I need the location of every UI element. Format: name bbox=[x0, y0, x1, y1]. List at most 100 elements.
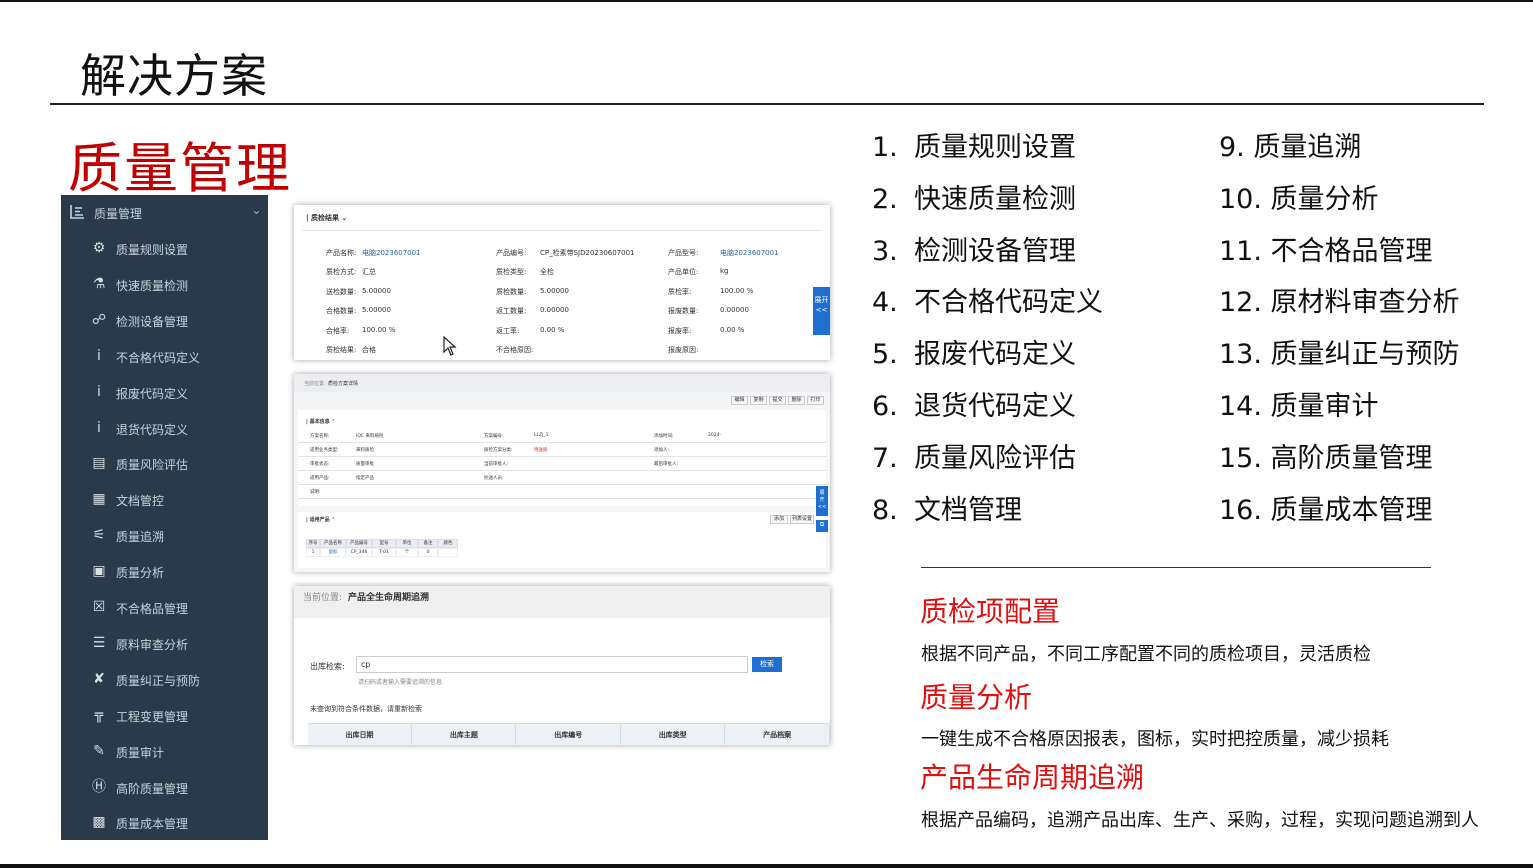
search-hint: 请扫码或者输入需要追溯的信息 bbox=[358, 679, 443, 686]
screenshot-lifecycle-trace: 当前位置: 产品全生命周期追溯 出库检索: cp 检索 请扫码或者输入需要追溯的… bbox=[294, 586, 830, 745]
search-input[interactable]: cp bbox=[356, 656, 748, 673]
toolbar-button[interactable]: 打印 bbox=[807, 396, 824, 405]
sidebar-item[interactable]: ☍ 检测设备管理 bbox=[61, 303, 268, 338]
expand-tab[interactable]: 展开<< bbox=[813, 287, 830, 335]
panel2-topbar bbox=[294, 374, 830, 392]
tools-icon: ✘ bbox=[93, 670, 105, 687]
field-value: LLZJ_1 bbox=[534, 433, 549, 438]
sidebar-item[interactable]: i 退货代码定义 bbox=[61, 411, 268, 446]
sidebar-item[interactable]: ☰ 原料审查分析 bbox=[61, 626, 268, 661]
network-icon: ☍ bbox=[91, 311, 107, 328]
sidebar-item-label: 质量风险评估 bbox=[116, 458, 189, 473]
feature-title-lifecycle-trace: 产品生命周期追溯 bbox=[920, 761, 1145, 794]
row-divider bbox=[298, 470, 826, 471]
sidebar-item[interactable]: ╦ 工程变更管理 bbox=[61, 698, 268, 733]
field-label: 产品单位: bbox=[668, 268, 699, 277]
sidebar-header[interactable]: 质量管理 ⌄ bbox=[61, 195, 268, 231]
copy-icon[interactable]: ⧉ bbox=[816, 520, 828, 532]
feature-list-item: 4. 不合格代码定义 bbox=[872, 280, 1103, 319]
feature-list-item: 10. 质量分析 bbox=[1219, 183, 1379, 215]
field-label: 合格率: bbox=[326, 326, 350, 335]
field-label: 质检方式: bbox=[326, 268, 357, 277]
table-header-cell: 型号 bbox=[372, 539, 396, 548]
sidebar-item-label: 质量审计 bbox=[116, 745, 165, 760]
info-icon: i bbox=[97, 347, 101, 364]
list-number: 6. bbox=[872, 391, 898, 422]
sidebar-item[interactable]: ✘ 质量纠正与预防 bbox=[61, 662, 268, 697]
sidebar-item-label: 高阶质量管理 bbox=[116, 781, 189, 796]
sidebar-item[interactable]: i 报废代码定义 bbox=[61, 375, 268, 410]
table-header-cell: 单位 bbox=[396, 539, 418, 548]
toolbar-button[interactable]: 提交 bbox=[769, 396, 786, 405]
field-value: 全检 bbox=[540, 268, 554, 277]
screenshot-inspection-result: | 质检结果 ⌄ 产品名称: 电脑2023607001 产品编号: CP_检素带SJD… bbox=[294, 205, 830, 360]
panel3-breadcrumb-prefix: 当前位置: bbox=[303, 593, 343, 603]
sidebar-item-label: 检测设备管理 bbox=[116, 314, 189, 329]
feature-desc-inspection-config: 根据不同产品，不同工序配置不同的质检项目，灵活质检 bbox=[921, 644, 1371, 665]
sidebar-item-label: 质量追溯 bbox=[116, 530, 165, 545]
field-value: 待送质 bbox=[534, 448, 548, 453]
field-label: 适用业务类型: bbox=[310, 448, 339, 453]
field-label: 最后审批人: bbox=[654, 462, 679, 467]
sidebar-item-label: 质量规则设置 bbox=[116, 243, 189, 257]
field-label: 质检方案分类: bbox=[484, 448, 513, 453]
field-value: 0.00000 bbox=[720, 306, 749, 315]
panel1-section-label: 质检结果 bbox=[311, 214, 339, 222]
search-button[interactable]: 检索 bbox=[752, 657, 782, 672]
basic-section-label: 基本信息 bbox=[309, 419, 330, 425]
sidebar-item[interactable]: ▩ 质量成本管理 bbox=[61, 805, 268, 840]
feature-list-item: 6. 退货代码定义 bbox=[872, 384, 1076, 423]
sidebar-item-label: 退货代码定义 bbox=[116, 422, 189, 437]
field-label: 添加人: bbox=[654, 448, 670, 453]
sidebar-item[interactable]: Ⓗ 高阶质量管理 bbox=[61, 770, 268, 805]
sidebar-item[interactable]: ▦ 文档管控 bbox=[61, 482, 268, 517]
sidebar-item[interactable]: ⚟ 质量追溯 bbox=[61, 518, 268, 553]
field-label: 适用产品: bbox=[310, 476, 330, 481]
field-value: 质量审批 bbox=[356, 462, 374, 467]
field-label: 审批状态: bbox=[310, 462, 330, 467]
info-icon: i bbox=[97, 419, 101, 436]
table-header-cell: 颜色 bbox=[438, 539, 458, 548]
toolbar-button[interactable]: 删除 bbox=[788, 396, 805, 405]
add-product-button[interactable]: 添加 bbox=[770, 515, 788, 524]
field-value: 电脑2023607001 bbox=[720, 249, 779, 257]
table-cell: 1 bbox=[306, 548, 320, 557]
field-value: 汇总 bbox=[362, 268, 376, 277]
list-settings-button[interactable]: 列表设置 bbox=[790, 515, 814, 524]
close-box-icon: ☒ bbox=[92, 599, 106, 615]
bottom-border bbox=[0, 864, 1533, 868]
sidebar-item-label: 不合格品管理 bbox=[116, 602, 189, 616]
field-value: 5.00000 bbox=[362, 306, 391, 315]
pen-icon: ✎ bbox=[93, 742, 105, 759]
list-number: 4. bbox=[872, 287, 898, 319]
sidebar-item[interactable]: ▤ 质量风险评估 bbox=[61, 446, 268, 481]
feature-title-quality-analysis: 质量分析 bbox=[920, 681, 1033, 714]
result-table-header: 出库日期 出库主题 出库编号 出库类型 产品档案 bbox=[308, 723, 830, 745]
table-cell: 0 bbox=[418, 548, 438, 557]
h-box-icon: Ⓗ bbox=[92, 778, 106, 795]
row-divider bbox=[298, 498, 826, 499]
sidebar-item[interactable]: ☒ 不合格品管理 bbox=[61, 590, 268, 625]
feature-list-item: 5. 报废代码定义 bbox=[872, 332, 1076, 371]
flow-icon: ⚟ bbox=[92, 527, 106, 544]
field-label: 报废率: bbox=[668, 326, 692, 335]
panel2-breadcrumb-prefix: 当前位置: bbox=[304, 381, 326, 387]
toolbar-button[interactable]: 复制 bbox=[750, 396, 767, 405]
field-label: 报废原因: bbox=[668, 346, 699, 354]
sidebar-item[interactable]: ⚗ 快速质量检测 bbox=[61, 267, 268, 302]
sidebar-item[interactable]: ✎ 质量审计 bbox=[61, 734, 268, 769]
expand-tab[interactable]: 展开<< bbox=[816, 486, 828, 516]
sidebar-item[interactable]: ▣ 质量分析 bbox=[61, 554, 268, 589]
product-section-label: 适用产品 bbox=[309, 517, 330, 523]
field-label: 送检数量: bbox=[326, 287, 357, 296]
field-value: 5.00000 bbox=[362, 286, 391, 295]
sidebar-item-label: 原料审查分析 bbox=[116, 637, 189, 652]
table-cell: 鼠标 bbox=[320, 548, 346, 557]
field-label: 添加时间: bbox=[654, 434, 674, 439]
toolbar-button[interactable]: 编辑 bbox=[731, 396, 748, 405]
row-divider bbox=[298, 456, 826, 457]
sidebar-item[interactable]: ⚙ 质量规则设置 bbox=[61, 231, 268, 266]
sidebar-item[interactable]: i 不合格代码定义 bbox=[61, 339, 268, 374]
field-label: 质检率: bbox=[668, 287, 692, 296]
field-label: 质检数量: bbox=[496, 287, 527, 296]
